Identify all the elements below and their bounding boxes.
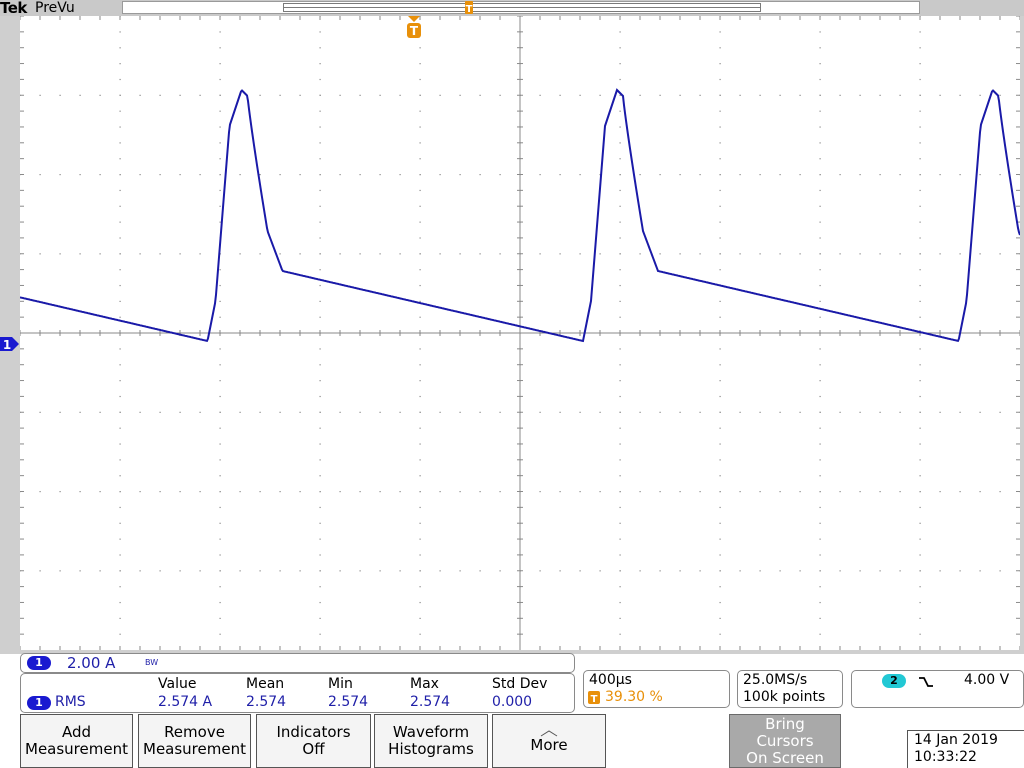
measurement-type: RMS	[55, 694, 86, 710]
svg-text:T: T	[591, 694, 598, 705]
header-std-dev: Std Dev	[492, 676, 548, 692]
channel1-ground-marker-icon[interactable]: 1	[0, 336, 20, 353]
add-measurement-button[interactable]: Add Measurement	[20, 714, 133, 768]
trigger-level: 4.00 V	[964, 672, 1010, 688]
timebase-panel[interactable]: 400µs T 39.30 %	[583, 670, 730, 708]
time: 10:33:22	[914, 749, 977, 765]
acquisition-mode-label: PreVu	[35, 0, 75, 16]
record-trigger-marker-icon: T	[465, 1, 473, 15]
horizontal-scale: 400µs	[589, 672, 632, 688]
header-min: Min	[328, 676, 353, 692]
add-measurement-line1: Add	[61, 723, 92, 741]
measurement-max: 2.574	[410, 694, 451, 710]
falling-edge-icon	[919, 677, 933, 687]
trigger-position-small-icon: T	[588, 691, 600, 705]
indicators-button[interactable]: Indicators Off	[256, 714, 371, 768]
bring-cursors-line2: Cursors	[756, 731, 814, 750]
indicators-line2: Off	[302, 740, 325, 758]
measurement-value: 2.574 A	[158, 694, 213, 710]
indicators-line1: Indicators	[276, 723, 351, 741]
trigger-panel[interactable]: 2 4.00 V	[851, 670, 1024, 708]
waveform-histograms-line2: Histograms	[388, 740, 474, 758]
acquisition-panel[interactable]: 25.0MS/s 100k points	[737, 670, 843, 708]
more-label: More	[530, 735, 568, 754]
datetime-panel: 14 Jan 2019 10:33:22	[907, 730, 1024, 768]
remove-measurement-button[interactable]: Remove Measurement	[138, 714, 251, 768]
bring-cursors-on-screen-button[interactable]: Bring Cursors On Screen	[729, 714, 841, 768]
more-button[interactable]: More	[492, 714, 606, 768]
record-view-line	[283, 7, 761, 8]
bandwidth-limit-indicator: BW	[145, 658, 159, 667]
sample-rate: 25.0MS/s	[743, 672, 808, 688]
trigger-position-percent: 39.30 %	[605, 689, 663, 705]
header-max: Max	[410, 676, 439, 692]
trigger-position-icon[interactable]: T	[405, 16, 423, 40]
graticule	[20, 16, 1020, 650]
waveform-histograms-button[interactable]: Waveform Histograms	[374, 714, 488, 768]
measurement-std-dev: 0.000	[492, 694, 533, 710]
channel1-badge: 1	[27, 656, 51, 670]
header-mean: Mean	[246, 676, 285, 692]
svg-text:T: T	[466, 4, 473, 15]
bring-cursors-line1: Bring	[765, 714, 805, 733]
bring-cursors-line3: On Screen	[746, 748, 824, 767]
trigger-source-badge: 2	[882, 674, 906, 688]
measurement-panel: Value Mean Min Max Std Dev 1 RMS 2.574 A…	[20, 673, 575, 713]
measurement-channel-badge: 1	[27, 696, 51, 710]
measurement-min: 2.574	[328, 694, 369, 710]
measurement-mean: 2.574	[246, 694, 287, 710]
date: 14 Jan 2019	[914, 732, 998, 748]
record-length: 100k points	[743, 689, 826, 705]
add-measurement-line2: Measurement	[25, 740, 128, 758]
channel1-scale-panel[interactable]: 1 2.00 A BW	[20, 653, 575, 673]
channel1-scale: 2.00 A	[67, 654, 116, 672]
svg-text:T: T	[410, 24, 419, 38]
remove-measurement-line1: Remove	[164, 723, 225, 741]
svg-text:1: 1	[3, 338, 11, 352]
brand-logo: Tek	[0, 0, 27, 17]
remove-measurement-line2: Measurement	[143, 740, 246, 758]
header-value: Value	[158, 676, 197, 692]
waveform-histograms-line1: Waveform	[392, 723, 470, 741]
